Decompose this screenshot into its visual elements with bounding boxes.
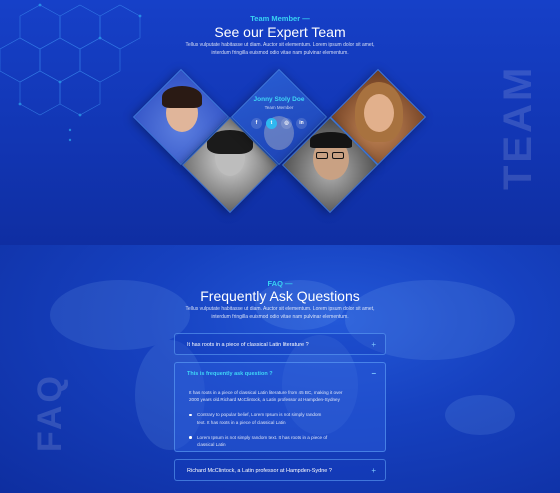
faq-item-expanded[interactable]: This is frequently ask question ? − It h… bbox=[174, 362, 386, 452]
faq-question-text: It has roots in a piece of classical Lat… bbox=[187, 342, 309, 348]
faq-question[interactable]: This is frequently ask question ? − bbox=[175, 363, 385, 385]
faq-question[interactable]: It has roots in a piece of classical Lat… bbox=[175, 334, 385, 356]
faq-bullet: Contrary to popular belief, Lorem Ipsum … bbox=[189, 411, 329, 425]
team-title: See our Expert Team bbox=[214, 24, 346, 40]
faq-desc-line-2: interdum fringilla euismod odio vitae na… bbox=[211, 314, 349, 320]
member-social-links: f t ◎ in bbox=[233, 118, 325, 129]
faq-bullet: Lorem Ipsum is not simply random text. I… bbox=[189, 434, 329, 448]
faq-item[interactable]: Richard McClintock, a Latin professor at… bbox=[174, 459, 386, 481]
faq-side-watermark: FAQ bbox=[31, 373, 69, 453]
faq-question-text: Richard McClintock, a Latin professor at… bbox=[187, 468, 332, 474]
team-description: Tellus vulputate habitasse ut diam. Auct… bbox=[0, 41, 560, 57]
faq-title: Frequently Ask Questions bbox=[200, 288, 360, 304]
faq-question[interactable]: Richard McClintock, a Latin professor at… bbox=[175, 460, 385, 482]
minus-icon[interactable]: − bbox=[371, 363, 376, 385]
team-side-watermark: TEAM bbox=[496, 64, 540, 190]
plus-icon[interactable]: + bbox=[371, 460, 376, 482]
faq-answer-text: It has roots in a piece of classical Lat… bbox=[189, 390, 343, 403]
faq-description: Tellus vulputate habitasse ut diam. Auct… bbox=[0, 305, 560, 321]
twitter-icon[interactable]: t bbox=[266, 118, 277, 129]
member-name: Jonny Stoly Doe bbox=[253, 96, 305, 103]
featured-member-card: Jonny Stoly Doe Team Member f t ◎ in bbox=[233, 96, 325, 129]
facebook-icon[interactable]: f bbox=[251, 118, 262, 129]
team-desc-line-1: Tellus vulputate habitasse ut diam. Auct… bbox=[185, 42, 375, 48]
team-kicker: Team Member — bbox=[250, 14, 310, 23]
faq-item[interactable]: It has roots in a piece of classical Lat… bbox=[174, 333, 386, 355]
faq-question-text: This is frequently ask question ? bbox=[187, 371, 273, 377]
instagram-icon[interactable]: ◎ bbox=[281, 118, 292, 129]
plus-icon[interactable]: + bbox=[371, 334, 376, 356]
team-section: TEAM Team Member — See our Expert Team T… bbox=[0, 0, 560, 245]
member-role: Team Member bbox=[264, 105, 294, 110]
linkedin-icon[interactable]: in bbox=[296, 118, 307, 129]
faq-section: FAQ FAQ — Frequently Ask Questions Tellu… bbox=[0, 245, 560, 493]
team-desc-line-2: interdum fringilla euismod odio vitae na… bbox=[211, 50, 349, 56]
faq-desc-line-1: Tellus vulputate habitasse ut diam. Auct… bbox=[185, 306, 375, 312]
faq-answer: It has roots in a piece of classical Lat… bbox=[175, 385, 385, 448]
faq-kicker: FAQ — bbox=[267, 279, 293, 288]
faq-answer-bullets: Contrary to popular belief, Lorem Ipsum … bbox=[189, 411, 373, 448]
